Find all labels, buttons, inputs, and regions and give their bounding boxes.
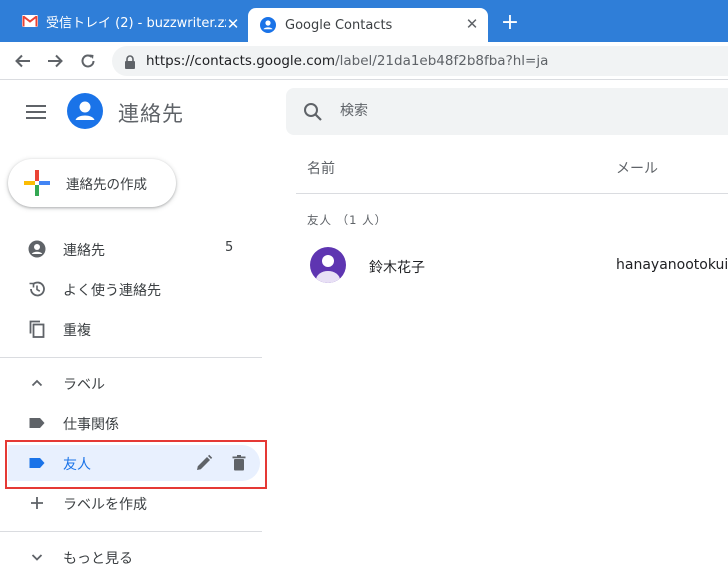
label-icon (27, 413, 47, 433)
url-text: https://contacts.google.com/label/21da1e… (146, 53, 548, 69)
sidebar-item-frequent[interactable]: よく使う連絡先 (0, 271, 262, 307)
labels-section-toggle[interactable]: ラベル (0, 365, 262, 401)
address-bar[interactable]: https://contacts.google.com/label/21da1e… (112, 46, 728, 76)
contact-name: 鈴木花子 (369, 260, 425, 276)
sidebar-divider (0, 357, 262, 358)
sidebar-item-label: 重複 (63, 323, 91, 339)
edit-pencil-icon[interactable] (194, 453, 214, 473)
trash-icon[interactable] (229, 453, 249, 473)
browser-toolbar: https://contacts.google.com/label/21da1e… (0, 42, 728, 80)
tab-title: 受信トレイ (2) - buzzwriter.zz@gm (46, 15, 226, 31)
close-icon[interactable]: ✕ (225, 17, 241, 32)
hamburger-menu-icon[interactable] (26, 104, 46, 120)
search-icon[interactable] (302, 101, 324, 123)
tab-contacts[interactable]: Google Contacts ✕ (248, 8, 488, 42)
search-input[interactable] (340, 98, 710, 124)
browser-tabstrip: 受信トレイ (2) - buzzwriter.zz@gm ✕ Google Co… (0, 0, 728, 42)
sidebar-item-contacts[interactable]: 連絡先 5 (0, 231, 262, 267)
create-contact-label: 連絡先の作成 (66, 177, 147, 193)
contacts-logo-icon[interactable] (67, 93, 103, 129)
search-bar[interactable] (286, 88, 728, 135)
app-name: 連絡先 (118, 102, 184, 126)
sidebar-item-label: 連絡先 (63, 243, 105, 259)
sidebar-item-label: もっと見る (63, 551, 133, 567)
tab-title: Google Contacts (285, 17, 393, 33)
header-divider (296, 193, 728, 194)
contact-email: hanayanootokui@ (616, 257, 728, 273)
column-header-email[interactable]: メール (616, 158, 658, 178)
url-host: https://contacts.google.com (146, 53, 336, 69)
new-tab-button[interactable]: + (500, 12, 520, 34)
chevron-up-icon (27, 373, 47, 393)
sidebar: 連絡先 連絡先の作成 連絡先 5 よく使う連絡先 重複 ラベル 仕事関係 友人 … (0, 81, 262, 570)
tab-gmail[interactable]: 受信トレイ (2) - buzzwriter.zz@gm ✕ (0, 0, 246, 42)
sidebar-item-label: 友人 (63, 457, 91, 473)
create-contact-button[interactable]: 連絡先の作成 (8, 159, 176, 207)
history-icon (27, 279, 47, 299)
sidebar-item-label-friends[interactable]: 友人 (8, 445, 260, 481)
copy-icon (27, 319, 47, 339)
labels-section-title: ラベル (63, 377, 105, 393)
column-header-name[interactable]: 名前 (307, 158, 335, 178)
chevron-down-icon (27, 547, 47, 567)
plus-icon (27, 493, 47, 513)
reload-icon[interactable] (78, 51, 98, 71)
back-arrow-icon[interactable] (13, 51, 33, 71)
colorful-plus-icon (24, 170, 50, 196)
forward-arrow-icon[interactable] (45, 51, 65, 71)
gmail-icon (22, 15, 38, 27)
sidebar-divider (0, 531, 262, 532)
sidebar-item-label: 仕事関係 (63, 417, 119, 433)
sidebar-item-duplicates[interactable]: 重複 (0, 311, 262, 347)
sidebar-item-label: ラベルを作成 (63, 497, 147, 513)
contact-row[interactable]: 鈴木花子 hanayanootokui@ (286, 242, 728, 290)
close-icon[interactable]: ✕ (464, 17, 480, 32)
create-label-item[interactable]: ラベルを作成 (0, 485, 262, 521)
url-path: /label/21da1eb48f2b8fba?hl=ja (335, 53, 549, 69)
avatar[interactable] (310, 247, 346, 283)
person-circle-icon (27, 239, 47, 259)
label-icon (27, 453, 47, 473)
show-more-item[interactable]: もっと見る (0, 539, 262, 570)
contacts-icon (260, 17, 276, 33)
sidebar-item-label: よく使う連絡先 (63, 283, 161, 299)
contact-count: 5 (225, 240, 234, 255)
group-label: 友人 （1 人） (307, 213, 388, 227)
sidebar-item-label-work[interactable]: 仕事関係 (0, 405, 262, 441)
lock-icon (124, 54, 136, 69)
